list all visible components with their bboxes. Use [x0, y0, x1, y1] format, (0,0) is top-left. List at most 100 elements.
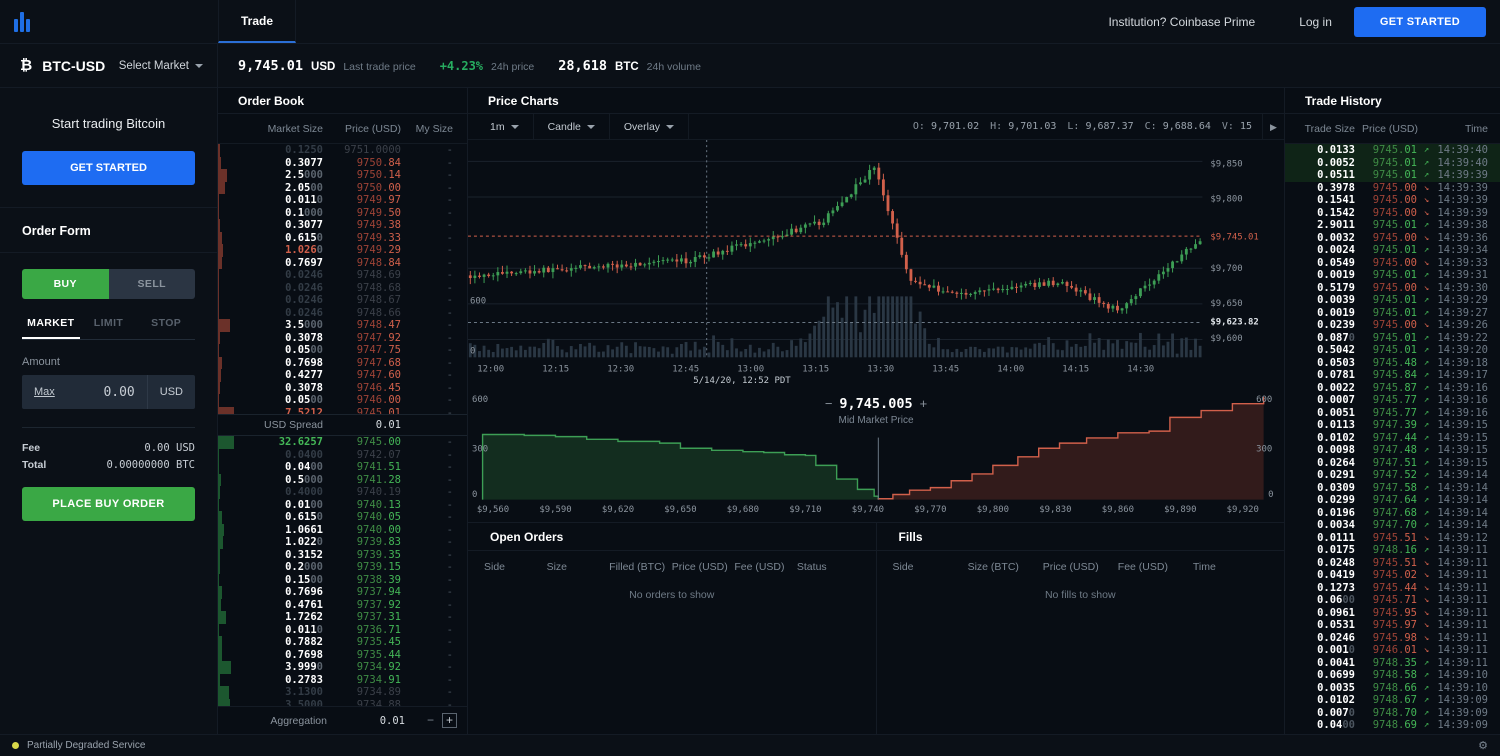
market-selector[interactable]: ₿ BTC-USD Select Market [0, 44, 218, 87]
order-size: 0.0100 [285, 498, 323, 511]
order-type-stop[interactable]: STOP [137, 307, 195, 339]
promo-get-started-button[interactable]: GET STARTED [22, 151, 195, 185]
interval-label: 1m [490, 120, 505, 133]
order-book-row[interactable]: 0.2000 9739.15 - [218, 561, 467, 574]
buy-tab[interactable]: BUY [22, 269, 109, 299]
order-book-row[interactable]: 3.9990 9734.92 - [218, 661, 467, 674]
chart-play-button[interactable]: ▶ [1262, 114, 1284, 139]
candlestick-chart[interactable]: $9,850 $9,800 $9,700 $9,650 $9,600 $9,745.01 $… [468, 140, 1284, 390]
order-type-limit[interactable]: LIMIT [80, 307, 138, 339]
trade-history-row: 0.5179 9745.00 ↘ 14:39:30 [1285, 282, 1500, 295]
order-book-row[interactable]: 1.7262 9737.31 - [218, 611, 467, 624]
order-my-size: - [446, 256, 453, 269]
svg-text:14:15: 14:15 [1062, 364, 1089, 374]
trade-price: 9745.00 [1372, 319, 1417, 332]
trade-time: 14:39:15 [1437, 419, 1488, 432]
order-book-row[interactable]: 0.5000 9741.28 - [218, 473, 467, 486]
order-book-row[interactable]: 0.3152 9739.35 - [218, 548, 467, 561]
gear-icon[interactable]: ⚙ [1478, 739, 1488, 752]
amount-input[interactable]: 0.00 [103, 385, 146, 400]
order-book-row[interactable]: 0.7696 9737.94 - [218, 586, 467, 599]
order-book-row[interactable]: 3.1300 9734.89 - [218, 686, 467, 699]
place-buy-order-button[interactable]: PLACE BUY ORDER [22, 487, 195, 521]
tab-trade[interactable]: Trade [218, 0, 297, 43]
order-book-row[interactable]: 32.6257 9745.00 - [218, 436, 467, 449]
institution-link[interactable]: Institution? Coinbase Prime [1086, 15, 1277, 29]
order-book-row[interactable]: 0.0246 9748.67 - [218, 294, 467, 307]
select-market-dropdown[interactable]: Select Market [119, 60, 217, 72]
max-button[interactable]: Max [22, 386, 55, 398]
sell-tab[interactable]: SELL [108, 269, 195, 299]
order-book-row[interactable]: 0.1250 9751.0000 - [218, 144, 467, 157]
order-type-market[interactable]: MARKET [22, 307, 80, 339]
order-book-row[interactable]: 0.4000 9740.19 - [218, 486, 467, 499]
trade-direction-icon: ↘ [1423, 582, 1430, 593]
get-started-button[interactable]: GET STARTED [1353, 6, 1486, 37]
trade-size: 0.0503 [1317, 356, 1355, 369]
order-book-row[interactable]: 3.5000 9748.47 - [218, 319, 467, 332]
order-book-row[interactable]: 0.0246 9748.69 - [218, 269, 467, 282]
mid-price-decrease-button[interactable]: − [825, 396, 833, 411]
order-book-row[interactable]: 0.3077 9749.38 - [218, 219, 467, 232]
order-book-row[interactable]: 0.0500 9746.00 - [218, 394, 467, 407]
order-book-row[interactable]: 0.1000 9749.50 - [218, 206, 467, 219]
trade-time: 14:39:11 [1437, 569, 1488, 582]
order-my-size: - [446, 306, 453, 319]
order-book-row[interactable]: 2.5000 9750.14 - [218, 169, 467, 182]
order-book-row[interactable]: 7.5212 9745.01 - [218, 406, 467, 414]
aggregation-decrease-button[interactable]: − [423, 713, 438, 728]
oo-col-size: Size [546, 561, 568, 574]
trade-price: 9747.39 [1372, 419, 1417, 432]
trade-price: 9747.48 [1372, 444, 1417, 457]
order-book-row[interactable]: 0.3077 9750.84 - [218, 156, 467, 169]
aggregation-increase-button[interactable]: + [442, 713, 457, 728]
order-book-row[interactable]: 0.1500 9738.39 - [218, 573, 467, 586]
order-book-row[interactable]: 0.3078 9746.45 - [218, 381, 467, 394]
overlay-dropdown[interactable]: Overlay [610, 114, 690, 139]
chart-date-label: 5/14/20, 12:52 PDT [693, 376, 791, 386]
order-book-row[interactable]: 0.7698 9735.44 - [218, 648, 467, 661]
trade-time: 14:39:10 [1437, 669, 1488, 682]
order-book-row[interactable]: 0.6150 9749.33 - [218, 231, 467, 244]
order-book-row[interactable]: 0.4761 9737.92 - [218, 598, 467, 611]
order-book-row[interactable]: 0.7697 9748.84 - [218, 256, 467, 269]
logo-container[interactable] [0, 0, 218, 43]
mid-price-increase-button[interactable]: + [920, 396, 928, 411]
order-book-row[interactable]: 0.0246 9748.66 - [218, 306, 467, 319]
trade-size: 0.0299 [1317, 494, 1355, 507]
order-book-row[interactable]: 0.7882 9735.45 - [218, 636, 467, 649]
order-book-row[interactable]: 0.0110 9749.97 - [218, 194, 467, 207]
svg-text:12:30: 12:30 [607, 364, 634, 374]
svg-text:$9,740: $9,740 [852, 505, 884, 515]
order-book-row[interactable]: 0.0400 9741.51 - [218, 461, 467, 474]
order-book-row[interactable]: 0.0500 9747.75 - [218, 344, 467, 357]
order-book-row[interactable]: 0.6150 9740.05 - [218, 511, 467, 524]
order-size: 0.3078 [285, 381, 323, 394]
order-book-row[interactable]: 2.0500 9750.00 - [218, 181, 467, 194]
order-book-row[interactable]: 0.0100 9740.13 - [218, 498, 467, 511]
order-book-row[interactable]: 0.0400 9742.07 - [218, 448, 467, 461]
order-my-size: - [446, 461, 453, 474]
select-market-label: Select Market [118, 59, 189, 72]
order-book-row[interactable]: 0.7698 9747.68 - [218, 356, 467, 369]
order-book-row[interactable]: 1.0260 9749.29 - [218, 244, 467, 257]
order-book-row[interactable]: 1.0661 9740.00 - [218, 523, 467, 536]
login-link[interactable]: Log in [1277, 15, 1354, 29]
order-book-row[interactable]: 0.4277 9747.60 - [218, 369, 467, 382]
chart-type-dropdown[interactable]: Candle [534, 114, 610, 139]
order-book-row[interactable]: 1.0220 9739.83 - [218, 536, 467, 549]
interval-dropdown[interactable]: 1m [476, 114, 534, 139]
last-trade-price-value: 9,745.01 [238, 57, 304, 74]
trade-price: 9747.52 [1372, 469, 1417, 482]
order-book-row[interactable]: 3.5000 9734.88 - [218, 698, 467, 706]
amount-input-row[interactable]: Max 0.00 USD [22, 375, 195, 409]
open-orders-title: Open Orders [468, 523, 876, 552]
fee-row: Fee 0.00 USD [22, 442, 195, 454]
order-book-row[interactable]: 0.0246 9748.68 - [218, 281, 467, 294]
order-book-row[interactable]: 0.3078 9747.92 - [218, 331, 467, 344]
order-my-size: - [446, 498, 453, 511]
depth-chart[interactable]: $9,560 $9,590 $9,620 $9,650 $9,680 $9,710 $9,7… [468, 390, 1284, 522]
order-book-row[interactable]: 0.0110 9736.71 - [218, 623, 467, 636]
order-size: 0.0110 [285, 623, 323, 636]
order-book-row[interactable]: 0.2783 9734.91 - [218, 673, 467, 686]
